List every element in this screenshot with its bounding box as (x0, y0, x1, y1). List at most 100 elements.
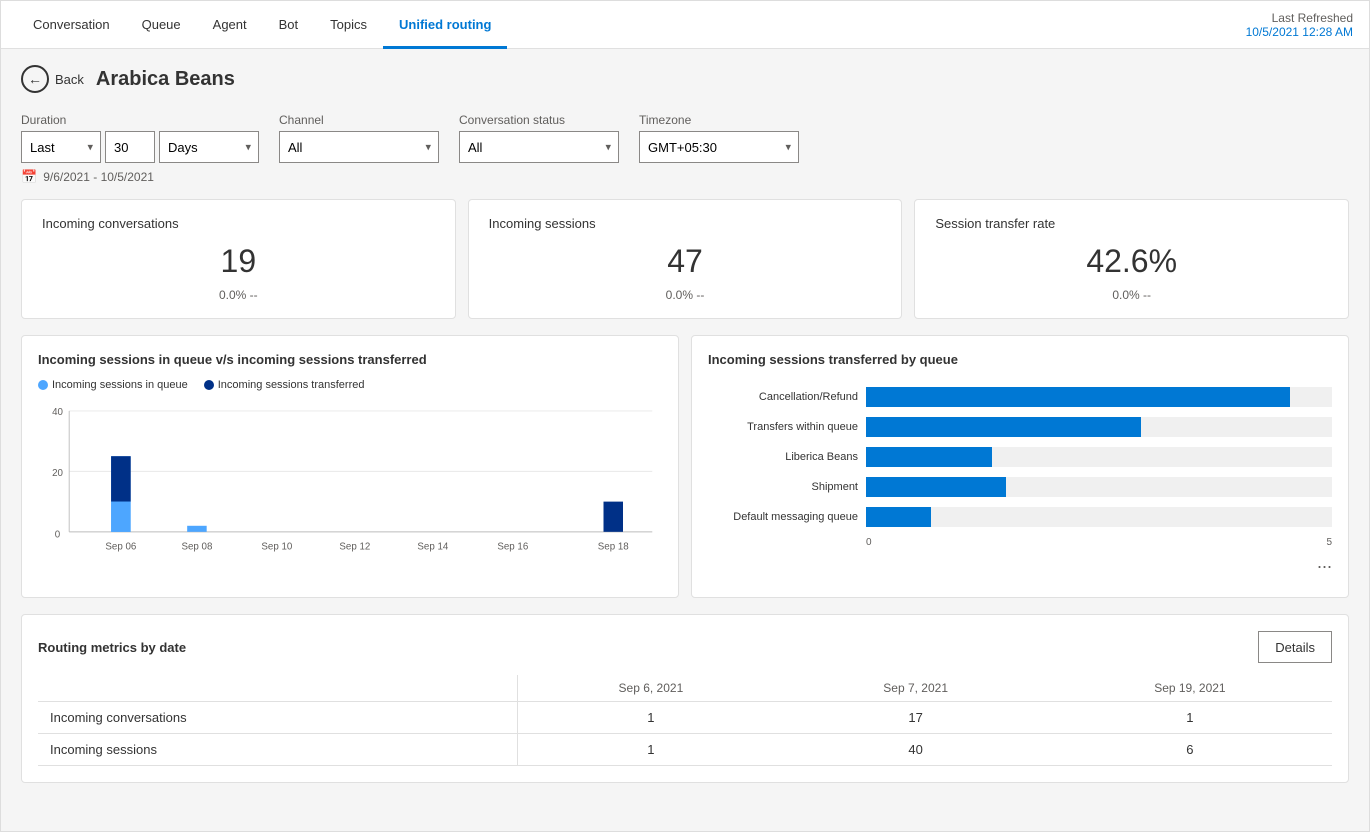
routing-metrics-table-card: Routing metrics by date Details Sep 6, 2… (21, 614, 1349, 783)
charts-row: Incoming sessions in queue v/s incoming … (21, 335, 1349, 598)
timezone-select[interactable]: GMT+05:30 (639, 131, 799, 163)
table-header-row-columns: Sep 6, 2021 Sep 7, 2021 Sep 19, 2021 (38, 675, 1332, 702)
date-range: 📅 9/6/2021 - 10/5/2021 (21, 169, 1349, 185)
stat-card-session-transfer-rate: Session transfer rate 42.6% 0.0% -- (914, 199, 1349, 319)
bar-sep07-light (187, 526, 207, 532)
duration-unit-select[interactable]: Days (159, 131, 259, 163)
hbar-track (866, 387, 1332, 407)
back-label: Back (55, 72, 84, 87)
hbar-track (866, 507, 1332, 527)
svg-text:Sep 16: Sep 16 (497, 541, 528, 552)
channel-select[interactable]: All (279, 131, 439, 163)
hbar-fill (866, 477, 1006, 497)
main-content: ← Back Arabica Beans Duration Last (1, 49, 1369, 831)
table-header-row: Routing metrics by date Details (38, 631, 1332, 663)
routing-metrics-table: Sep 6, 2021 Sep 7, 2021 Sep 19, 2021 Inc… (38, 675, 1332, 766)
sessions-chart-card: Incoming sessions in queue v/s incoming … (21, 335, 679, 598)
tab-topics[interactable]: Topics (314, 2, 383, 49)
metric-label: Incoming sessions (38, 734, 518, 766)
bar-sep06-light (111, 502, 131, 532)
hbar-chart: Cancellation/Refund Transfers within que… (708, 379, 1332, 581)
hbar-row-shipment: Shipment (708, 477, 1332, 497)
timezone-filter: Timezone GMT+05:30 (639, 113, 799, 163)
hbar-fill (866, 417, 1141, 437)
svg-text:40: 40 (52, 407, 63, 418)
hbar-row-default-messaging: Default messaging queue (708, 507, 1332, 527)
legend-transferred: Incoming sessions transferred (204, 379, 365, 391)
metric-sep7: 40 (784, 734, 1048, 766)
tab-conversation[interactable]: Conversation (17, 2, 126, 49)
conversation-status-select[interactable]: All (459, 131, 619, 163)
table-row: Incoming sessions 1 40 6 (38, 734, 1332, 766)
chart-legend: Incoming sessions in queue Incoming sess… (38, 379, 662, 391)
back-icon: ← (21, 65, 49, 93)
tab-unified-routing[interactable]: Unified routing (383, 2, 507, 49)
legend-queue: Incoming sessions in queue (38, 379, 188, 391)
duration-preset-wrapper: Last (21, 131, 101, 163)
col-header-sep19: Sep 19, 2021 (1048, 675, 1332, 702)
filters-row: Duration Last Days Chann (21, 113, 1349, 163)
hbar-more-icon[interactable]: ... (708, 552, 1332, 573)
channel-select-wrapper: All (279, 131, 439, 163)
duration-preset-select[interactable]: Last (21, 131, 101, 163)
hbar-track (866, 417, 1332, 437)
hbar-row-transfers: Transfers within queue (708, 417, 1332, 437)
hbar-track (866, 477, 1332, 497)
stats-row: Incoming conversations 19 0.0% -- Incomi… (21, 199, 1349, 319)
svg-text:0: 0 (55, 530, 61, 541)
svg-text:Sep 12: Sep 12 (339, 541, 370, 552)
hbar-fill (866, 387, 1290, 407)
conversation-status-filter: Conversation status All (459, 113, 619, 163)
hbar-row-cancellation: Cancellation/Refund (708, 387, 1332, 407)
top-nav: Conversation Queue Agent Bot Topics Unif… (1, 1, 1369, 49)
col-header-sep7: Sep 7, 2021 (784, 675, 1048, 702)
svg-text:Sep 18: Sep 18 (598, 541, 629, 552)
svg-text:Sep 08: Sep 08 (181, 541, 212, 552)
col-header-metric (38, 675, 518, 702)
tab-agent[interactable]: Agent (197, 2, 263, 49)
timezone-wrapper: GMT+05:30 (639, 131, 799, 163)
bar-sep06-dark (111, 456, 131, 501)
svg-text:Sep 14: Sep 14 (417, 541, 448, 552)
bar-sep18-dark (604, 502, 624, 532)
duration-controls: Last Days (21, 131, 259, 163)
hbar-row-liberica: Liberica Beans (708, 447, 1332, 467)
duration-filter: Duration Last Days (21, 113, 259, 163)
tab-bot[interactable]: Bot (263, 2, 315, 49)
nav-tabs: Conversation Queue Agent Bot Topics Unif… (17, 1, 507, 48)
hbar-track (866, 447, 1332, 467)
table-title: Routing metrics by date (38, 640, 186, 655)
duration-unit-wrapper: Days (159, 131, 259, 163)
transferred-by-queue-card: Incoming sessions transferred by queue C… (691, 335, 1349, 598)
hbar-fill (866, 447, 992, 467)
stat-card-incoming-sessions: Incoming sessions 47 0.0% -- (468, 199, 903, 319)
duration-value-input[interactable] (105, 131, 155, 163)
metric-sep19: 6 (1048, 734, 1332, 766)
conversation-status-wrapper: All (459, 131, 619, 163)
metric-sep6: 1 (518, 702, 784, 734)
details-button[interactable]: Details (1258, 631, 1332, 663)
svg-text:20: 20 (52, 468, 63, 479)
col-header-sep6: Sep 6, 2021 (518, 675, 784, 702)
app-container: Conversation Queue Agent Bot Topics Unif… (0, 0, 1370, 832)
page-header: ← Back Arabica Beans (21, 65, 1349, 93)
metric-sep19: 1 (1048, 702, 1332, 734)
metric-label: Incoming conversations (38, 702, 518, 734)
back-button[interactable]: ← Back (21, 65, 84, 93)
table-row: Incoming conversations 1 17 1 (38, 702, 1332, 734)
calendar-icon: 📅 (21, 169, 37, 185)
metric-sep6: 1 (518, 734, 784, 766)
legend-transferred-dot (204, 380, 214, 390)
last-refreshed: Last Refreshed 10/5/2021 12:28 AM (1246, 11, 1353, 39)
hbar-x-axis: 0 5 (866, 537, 1332, 548)
legend-queue-dot (38, 380, 48, 390)
hbar-fill (866, 507, 931, 527)
metric-sep7: 17 (784, 702, 1048, 734)
svg-text:Sep 10: Sep 10 (261, 541, 292, 552)
channel-filter: Channel All (279, 113, 439, 163)
svg-text:Sep 06: Sep 06 (105, 541, 136, 552)
stat-card-incoming-conversations: Incoming conversations 19 0.0% -- (21, 199, 456, 319)
tab-queue[interactable]: Queue (126, 2, 197, 49)
bar-chart-svg: 40 20 0 (38, 399, 662, 574)
page-title: Arabica Beans (96, 68, 235, 91)
